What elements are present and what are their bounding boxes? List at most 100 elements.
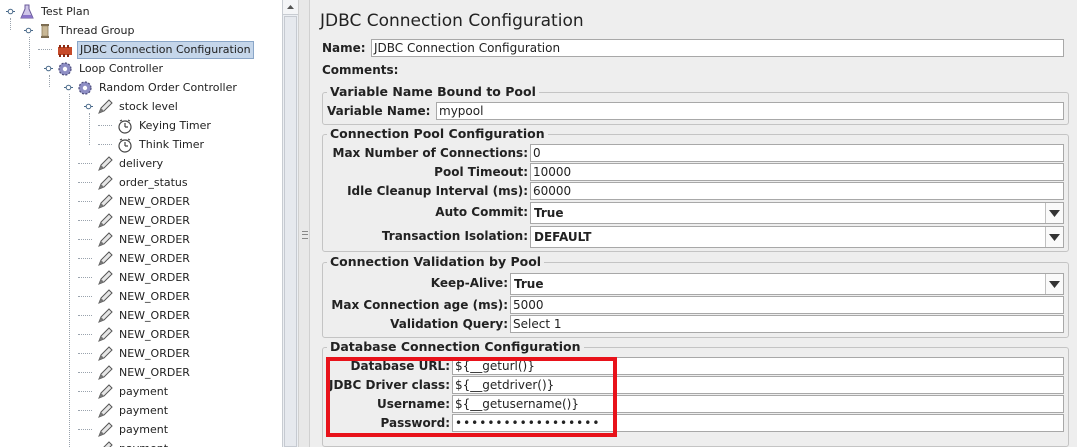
chevron-down-icon[interactable]: [1045, 274, 1063, 294]
sampler-pencil-icon: [96, 250, 114, 268]
sampler-pencil-icon: [96, 193, 114, 211]
tree-node[interactable]: NEW_ORDER: [96, 192, 192, 211]
test-plan-tree[interactable]: Test Plan Thread Group JDBC Connection Con…: [0, 0, 282, 447]
tree-node[interactable]: Keying Timer: [116, 116, 213, 135]
sampler-pencil-icon: [96, 288, 114, 306]
tree-node[interactable]: Test Plan: [18, 2, 92, 21]
tree-node[interactable]: NEW_ORDER: [96, 249, 192, 268]
sampler-pencil-icon: [96, 212, 114, 230]
expand-toggle-icon[interactable]: [6, 7, 15, 16]
tree-node[interactable]: Random Order Controller: [76, 78, 239, 97]
idle-cleanup-field[interactable]: 60000: [530, 182, 1064, 200]
scrollbar-thumb[interactable]: [284, 16, 297, 447]
name-field[interactable]: JDBC Connection Configuration: [371, 39, 1064, 57]
tree-node-label: NEW_ORDER: [119, 252, 190, 265]
tree-node[interactable]: NEW_ORDER: [96, 268, 192, 287]
transaction-isolation-value: DEFAULT: [534, 230, 592, 244]
validation-query-label: Validation Query:: [390, 317, 508, 331]
timer-icon: [116, 117, 134, 135]
pool-timeout-field[interactable]: 10000: [530, 163, 1064, 181]
tree-node[interactable]: JDBC Connection Configuration: [56, 40, 254, 59]
keepalive-select[interactable]: True: [510, 273, 1064, 295]
chevron-down-icon[interactable]: [1045, 227, 1063, 247]
sampler-pencil-icon: [96, 440, 114, 447]
variable-name-field[interactable]: mypool: [436, 102, 1064, 120]
config-element-icon: [56, 41, 74, 59]
variable-name-label: Variable Name:: [327, 104, 431, 118]
tree-scrollbar[interactable]: [282, 0, 298, 447]
max-connections-label: Max Number of Connections:: [332, 146, 528, 160]
split-pane-divider[interactable]: [298, 0, 310, 447]
sampler-pencil-icon: [96, 231, 114, 249]
sampler-pencil-icon: [96, 345, 114, 363]
transaction-isolation-select[interactable]: DEFAULT: [530, 226, 1064, 248]
scroll-up-button[interactable]: [283, 0, 298, 15]
tree-node[interactable]: payment: [96, 439, 170, 447]
tree-connector: [78, 315, 92, 316]
tree-connector: [78, 429, 92, 430]
tree-node[interactable]: Think Timer: [116, 135, 206, 154]
tree-node[interactable]: NEW_ORDER: [96, 344, 192, 363]
tree-node[interactable]: NEW_ORDER: [96, 287, 192, 306]
sampler-pencil-icon: [96, 421, 114, 439]
sampler-pencil-icon: [96, 98, 114, 116]
controller-gear-icon: [56, 60, 74, 78]
tree-connector: [78, 296, 92, 297]
tree-connector: [98, 144, 112, 145]
expand-toggle-icon[interactable]: [64, 83, 73, 92]
tree-guide-line: [29, 37, 30, 68]
tree-node[interactable]: order_status: [96, 173, 190, 192]
sampler-pencil-icon: [96, 155, 114, 173]
tree-node[interactable]: payment: [96, 420, 170, 439]
tree-node[interactable]: Thread Group: [36, 21, 136, 40]
pool-binding-title: Variable Name Bound to Pool: [327, 84, 539, 99]
pool-timeout-label: Pool Timeout:: [434, 165, 528, 179]
tree-node-label: NEW_ORDER: [119, 366, 190, 379]
tree-node[interactable]: NEW_ORDER: [96, 306, 192, 325]
tree-node-label: delivery: [119, 157, 164, 170]
tree-node-label: payment: [117, 439, 170, 447]
sampler-pencil-icon: [96, 269, 114, 287]
auto-commit-select[interactable]: True: [530, 202, 1064, 224]
tree-node[interactable]: NEW_ORDER: [96, 230, 192, 249]
auto-commit-value: True: [534, 206, 564, 220]
tree-connector: [38, 49, 52, 50]
expand-toggle-icon[interactable]: [44, 64, 53, 73]
sampler-pencil-icon: [96, 364, 114, 382]
sampler-pencil-icon: [96, 326, 114, 344]
sampler-pencil-icon: [96, 307, 114, 325]
tree-node[interactable]: Loop Controller: [56, 59, 165, 78]
sampler-pencil-icon: [96, 174, 114, 192]
max-age-field[interactable]: 5000: [510, 296, 1064, 314]
tree-connector: [78, 353, 92, 354]
validation-query-field[interactable]: Select 1: [510, 315, 1064, 333]
max-connections-field[interactable]: 0: [530, 144, 1064, 162]
comments-field[interactable]: [406, 59, 1064, 79]
expand-toggle-icon[interactable]: [24, 26, 33, 35]
controller-gear-icon: [76, 79, 94, 97]
tree-connector: [78, 239, 92, 240]
tree-node[interactable]: payment: [96, 382, 170, 401]
tree-node-label: Think Timer: [139, 138, 205, 151]
tree-node-label: JDBC Connection Configuration: [77, 40, 254, 59]
chevron-down-icon[interactable]: [1045, 203, 1063, 223]
tree-node-label: Keying Timer: [139, 119, 211, 132]
tree-node-label: Test Plan: [41, 5, 90, 18]
tree-node[interactable]: payment: [96, 401, 170, 420]
tree-node-label: NEW_ORDER: [119, 195, 190, 208]
tree-node[interactable]: delivery: [96, 154, 165, 173]
tree-node-label: payment: [119, 423, 169, 436]
tree-node-label: NEW_ORDER: [119, 309, 190, 322]
flask-icon: [18, 3, 36, 21]
tree-node[interactable]: NEW_ORDER: [96, 325, 192, 344]
comments-label: Comments:: [322, 63, 399, 77]
tree-node-label: order_status: [119, 176, 188, 189]
tree-node[interactable]: NEW_ORDER: [96, 211, 192, 230]
tree-node-label: stock level: [119, 100, 178, 113]
tree-node[interactable]: stock level: [96, 97, 180, 116]
tree-node-label: NEW_ORDER: [119, 233, 190, 246]
auto-commit-label: Auto Commit:: [435, 205, 528, 219]
tree-connector: [78, 163, 92, 164]
tree-node[interactable]: NEW_ORDER: [96, 363, 192, 382]
expand-toggle-icon[interactable]: [84, 102, 93, 111]
